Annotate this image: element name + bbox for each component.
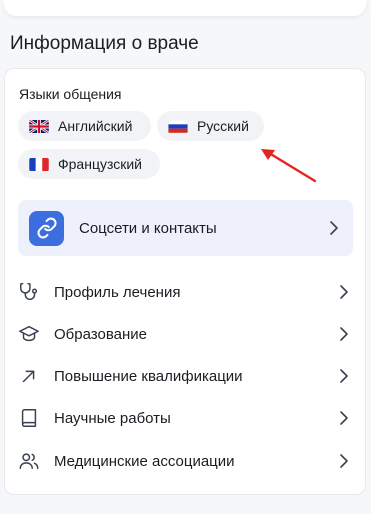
menu-item-label: Образование bbox=[54, 325, 147, 343]
previous-card-edge bbox=[4, 0, 366, 16]
language-name: Французский bbox=[58, 156, 142, 172]
uk-flag-icon bbox=[29, 119, 49, 133]
menu-item-label: Научные работы bbox=[54, 409, 171, 427]
chevron-right-icon bbox=[340, 454, 348, 468]
language-name: Русский bbox=[197, 118, 249, 134]
menu-item-treatment-profile[interactable]: Профиль лечения bbox=[18, 271, 353, 313]
link-icon bbox=[29, 210, 64, 246]
chevron-right-icon bbox=[340, 327, 348, 341]
menu-item-advanced-training[interactable]: Повышение квалификации bbox=[18, 355, 353, 397]
menu-item-label: Медицинские ассоциации bbox=[54, 452, 235, 470]
languages-label: Языки общения bbox=[19, 86, 122, 102]
chevron-right-icon bbox=[340, 369, 348, 383]
menu-item-education[interactable]: Образование bbox=[18, 313, 353, 355]
menu-item-medical-associations[interactable]: Медицинские ассоциации bbox=[18, 440, 353, 482]
book-icon bbox=[21, 409, 37, 427]
section-title: Информация о враче bbox=[10, 33, 199, 54]
language-name: Английский bbox=[58, 118, 133, 134]
russia-flag-icon bbox=[168, 119, 188, 133]
chevron-right-icon bbox=[340, 285, 348, 299]
users-icon bbox=[19, 453, 39, 470]
france-flag-icon bbox=[29, 157, 49, 171]
graduation-cap-icon bbox=[19, 325, 39, 342]
doctor-info-card: Языки общения Английский Русский Француз… bbox=[4, 68, 366, 495]
social-contacts-button[interactable]: Соцсети и контакты bbox=[18, 200, 353, 256]
social-contacts-label: Соцсети и контакты bbox=[79, 219, 217, 237]
stethoscope-icon bbox=[20, 283, 38, 300]
arrow-up-right-icon bbox=[22, 370, 35, 383]
chevron-right-icon bbox=[340, 411, 348, 425]
language-chip-french[interactable]: Французский bbox=[18, 149, 160, 179]
chevron-right-icon bbox=[330, 221, 338, 235]
menu-item-label: Повышение квалификации bbox=[54, 367, 243, 385]
language-chip-russian[interactable]: Русский bbox=[157, 111, 264, 141]
language-chip-english[interactable]: Английский bbox=[18, 111, 151, 141]
menu-item-label: Профиль лечения bbox=[54, 283, 181, 301]
menu-item-scientific-works[interactable]: Научные работы bbox=[18, 397, 353, 439]
